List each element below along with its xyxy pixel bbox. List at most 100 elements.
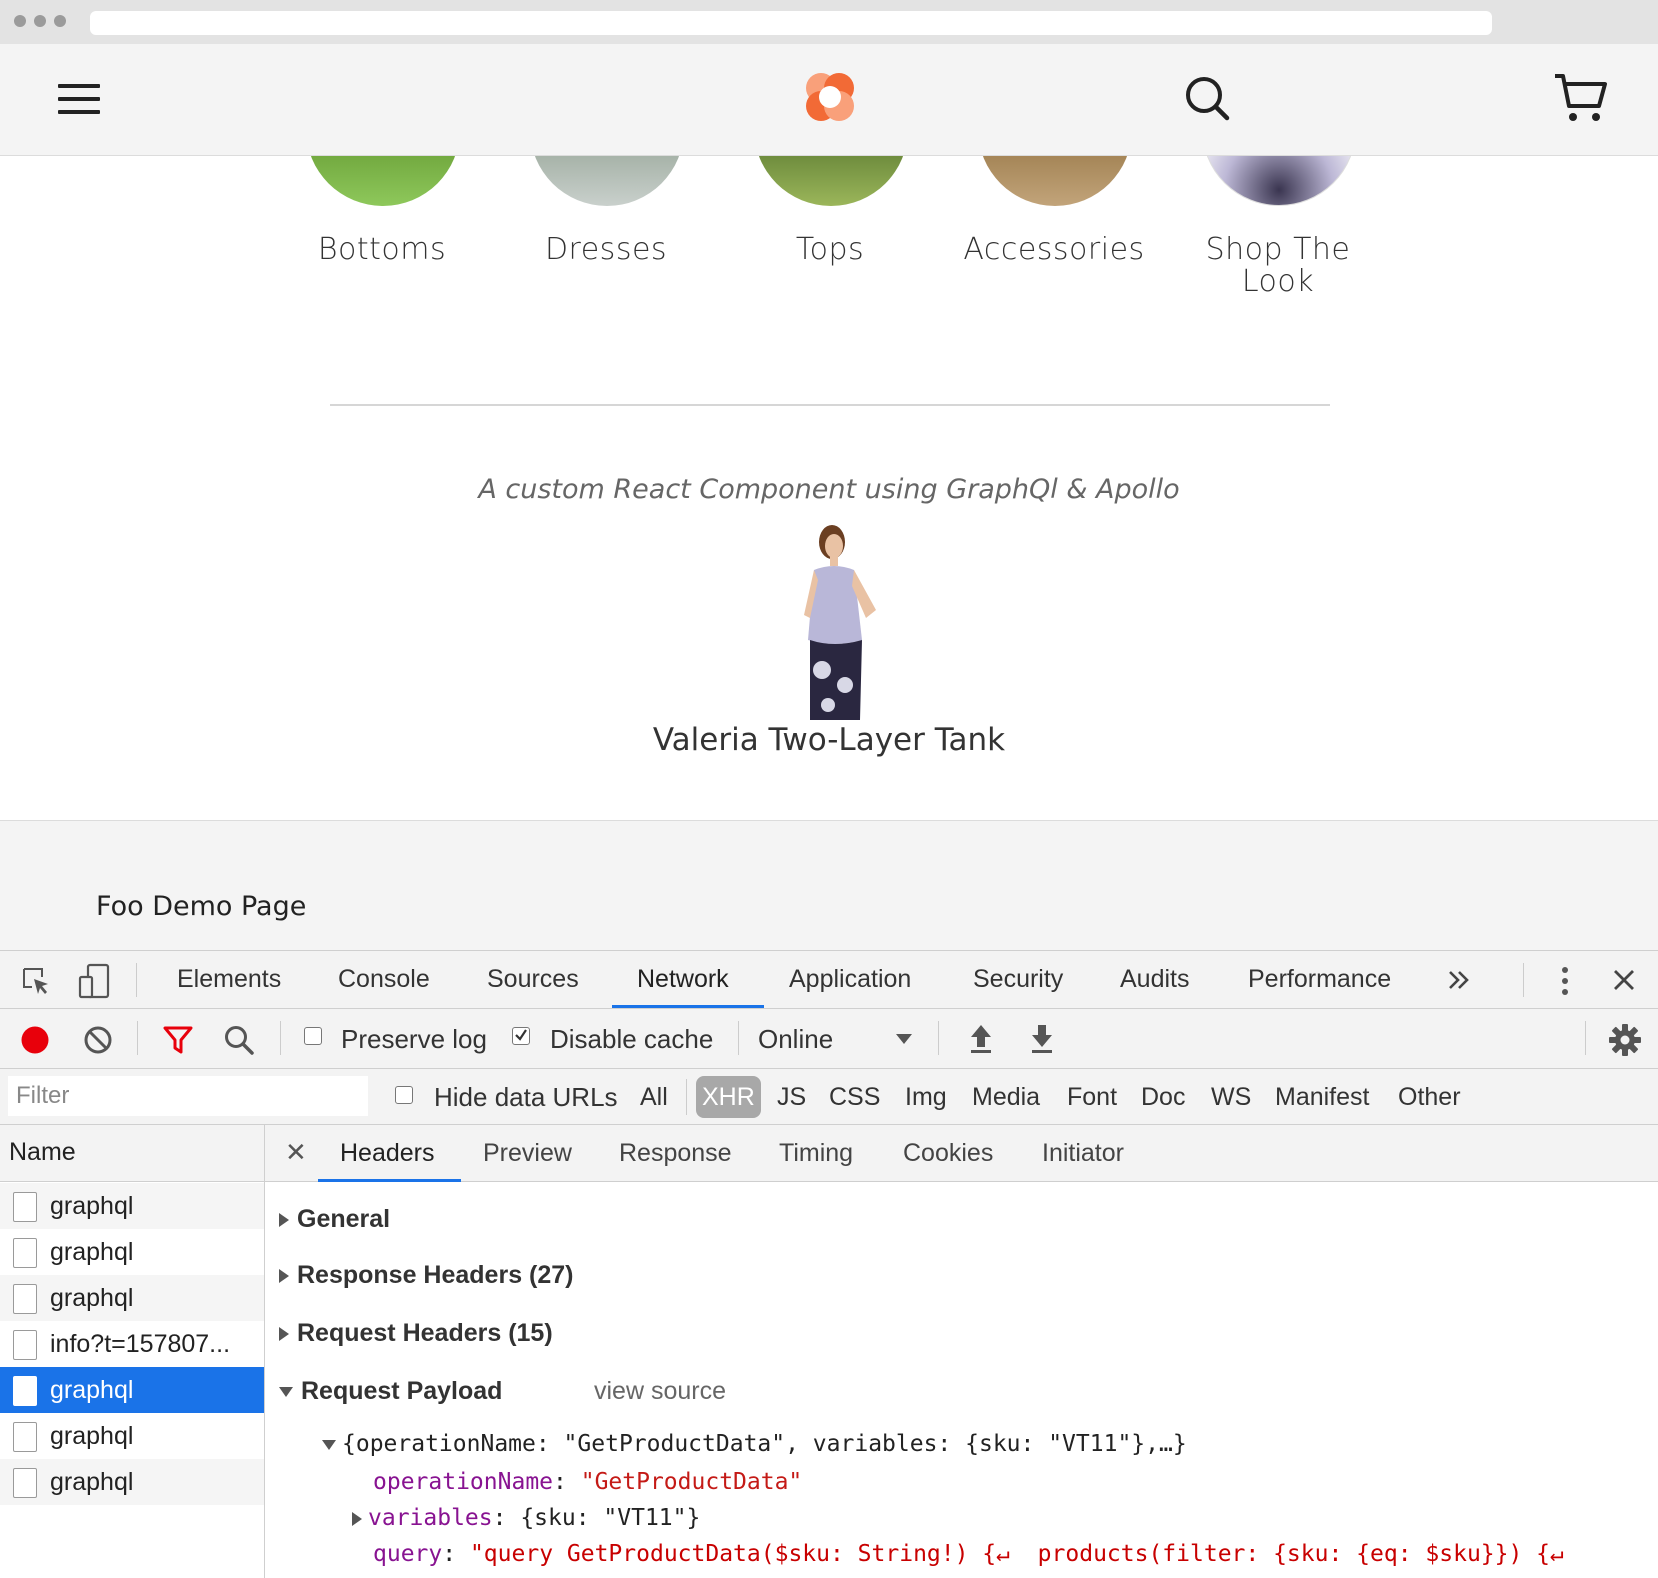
section-response-headers[interactable]: Response Headers (27) bbox=[279, 1261, 574, 1290]
tab-performance[interactable]: Performance bbox=[1248, 951, 1391, 1008]
tab-network[interactable]: Network bbox=[637, 951, 729, 1008]
tab-sources[interactable]: Sources bbox=[487, 951, 579, 1008]
gear-icon[interactable] bbox=[1608, 1023, 1642, 1057]
preserve-log-label: Preserve log bbox=[341, 1024, 487, 1054]
view-source-link[interactable]: view source bbox=[594, 1377, 726, 1406]
logo-icon[interactable] bbox=[803, 70, 857, 124]
filter-icon[interactable] bbox=[162, 1024, 194, 1056]
payload-variables[interactable]: variables: {sku: "VT11"} bbox=[352, 1505, 700, 1531]
section-request-headers[interactable]: Request Headers (15) bbox=[279, 1319, 553, 1348]
collapse-triangle-icon bbox=[322, 1439, 336, 1450]
tab-audits[interactable]: Audits bbox=[1120, 951, 1189, 1008]
site-header bbox=[0, 44, 1658, 156]
category-carousel: Bottoms Dresses Tops Accessories Shop Th… bbox=[0, 106, 1658, 336]
hide-data-urls-checkbox[interactable] bbox=[395, 1086, 413, 1104]
clear-icon[interactable] bbox=[83, 1025, 113, 1055]
request-row[interactable]: graphql bbox=[0, 1229, 264, 1275]
section-divider bbox=[330, 404, 1330, 406]
document-icon bbox=[13, 1238, 37, 1268]
window-dot-zoom[interactable] bbox=[54, 15, 66, 27]
toolbar-separator bbox=[738, 1021, 739, 1055]
request-row-selected[interactable]: graphql bbox=[0, 1367, 264, 1413]
tab-cookies[interactable]: Cookies bbox=[903, 1125, 993, 1182]
import-har-icon[interactable] bbox=[969, 1023, 993, 1055]
product-name[interactable]: Valeria Two-Layer Tank bbox=[0, 722, 1658, 758]
more-options-icon[interactable] bbox=[1560, 965, 1570, 997]
toolbar-separator bbox=[1523, 963, 1524, 997]
throttling-select[interactable]: Online bbox=[758, 1024, 833, 1055]
filter-input[interactable] bbox=[8, 1076, 368, 1116]
tab-timing[interactable]: Timing bbox=[779, 1125, 853, 1182]
toolbar-separator bbox=[938, 1021, 939, 1055]
request-name: graphql bbox=[50, 1376, 134, 1404]
toolbar-separator bbox=[136, 963, 137, 997]
product-image[interactable] bbox=[770, 520, 900, 720]
hide-data-urls-label: Hide data URLs bbox=[434, 1082, 618, 1112]
record-icon[interactable] bbox=[20, 1025, 50, 1055]
section-request-payload[interactable]: Request Payload view source bbox=[279, 1377, 726, 1406]
type-filter-all[interactable]: All bbox=[634, 1076, 674, 1118]
request-row[interactable]: graphql bbox=[0, 1413, 264, 1459]
type-filter-other[interactable]: Other bbox=[1392, 1076, 1467, 1118]
preserve-log-checkbox[interactable] bbox=[304, 1027, 322, 1045]
tab-application[interactable]: Application bbox=[789, 951, 911, 1008]
export-har-icon[interactable] bbox=[1030, 1023, 1054, 1055]
tab-response[interactable]: Response bbox=[619, 1125, 732, 1182]
disable-cache-checkbox[interactable] bbox=[512, 1027, 530, 1045]
type-filter-img[interactable]: Img bbox=[899, 1076, 953, 1118]
document-icon bbox=[13, 1284, 37, 1314]
address-bar[interactable] bbox=[90, 11, 1492, 35]
window-dot-close[interactable] bbox=[14, 15, 26, 27]
toolbar-separator bbox=[686, 1079, 687, 1115]
tab-initiator[interactable]: Initiator bbox=[1042, 1125, 1124, 1182]
type-filter-media[interactable]: Media bbox=[966, 1076, 1046, 1118]
section-subtitle: A custom React Component using GraphQl &… bbox=[478, 474, 1180, 505]
toolbar-separator bbox=[1585, 1021, 1586, 1055]
tab-security[interactable]: Security bbox=[973, 951, 1063, 1008]
payload-summary[interactable]: {operationName: "GetProductData", variab… bbox=[322, 1431, 1187, 1457]
search-icon[interactable] bbox=[223, 1024, 255, 1056]
request-name: graphql bbox=[50, 1192, 134, 1220]
hamburger-icon[interactable] bbox=[58, 84, 100, 114]
toolbar-separator bbox=[280, 1021, 281, 1055]
type-filter-ws[interactable]: WS bbox=[1205, 1076, 1257, 1118]
name-column-header[interactable]: Name bbox=[0, 1125, 264, 1182]
type-filter-xhr[interactable]: XHR bbox=[696, 1076, 761, 1118]
request-row[interactable]: graphql bbox=[0, 1183, 264, 1229]
request-row[interactable]: graphql bbox=[0, 1275, 264, 1321]
document-icon bbox=[13, 1468, 37, 1498]
tab-elements[interactable]: Elements bbox=[177, 951, 281, 1008]
inspect-element-icon[interactable] bbox=[20, 965, 52, 997]
payload-operation-name: operationName: "GetProductData" bbox=[373, 1469, 803, 1495]
category-label: Shop The Look bbox=[1205, 232, 1351, 299]
tab-preview[interactable]: Preview bbox=[483, 1125, 572, 1182]
type-filter-doc[interactable]: Doc bbox=[1135, 1076, 1191, 1118]
cart-icon[interactable] bbox=[1553, 70, 1609, 126]
request-detail-panel: ✕ Headers Preview Response Timing Cookie… bbox=[265, 1125, 1658, 1578]
network-filter-bar: Hide data URLs All XHR JS CSS Img Media … bbox=[0, 1069, 1658, 1125]
expand-triangle-icon bbox=[279, 1327, 289, 1342]
request-name: graphql bbox=[50, 1468, 134, 1496]
request-row[interactable]: info?t=157807... bbox=[0, 1321, 264, 1367]
type-filter-manifest[interactable]: Manifest bbox=[1269, 1076, 1375, 1118]
type-filter-font[interactable]: Font bbox=[1061, 1076, 1123, 1118]
search-icon[interactable] bbox=[1183, 74, 1231, 122]
close-icon[interactable]: ✕ bbox=[285, 1137, 307, 1168]
double-chevron-icon[interactable] bbox=[1447, 969, 1471, 991]
window-dot-minimize[interactable] bbox=[34, 15, 46, 27]
category-label: Accessories bbox=[963, 232, 1145, 267]
expand-triangle-icon bbox=[279, 1269, 289, 1284]
type-filter-js[interactable]: JS bbox=[771, 1076, 812, 1118]
type-filter-css[interactable]: CSS bbox=[823, 1076, 886, 1118]
tab-headers[interactable]: Headers bbox=[340, 1125, 435, 1182]
section-general[interactable]: General bbox=[279, 1205, 390, 1234]
detail-tab-bar: ✕ Headers Preview Response Timing Cookie… bbox=[265, 1125, 1658, 1182]
category-label: Dresses bbox=[544, 232, 668, 267]
device-toolbar-icon[interactable] bbox=[78, 963, 112, 999]
request-row[interactable]: graphql bbox=[0, 1459, 264, 1505]
tab-console[interactable]: Console bbox=[338, 951, 430, 1008]
dropdown-arrow-icon[interactable] bbox=[895, 1033, 913, 1045]
category-label: Tops bbox=[795, 232, 865, 267]
close-devtools-icon[interactable] bbox=[1612, 968, 1636, 992]
request-name: graphql bbox=[50, 1422, 134, 1450]
